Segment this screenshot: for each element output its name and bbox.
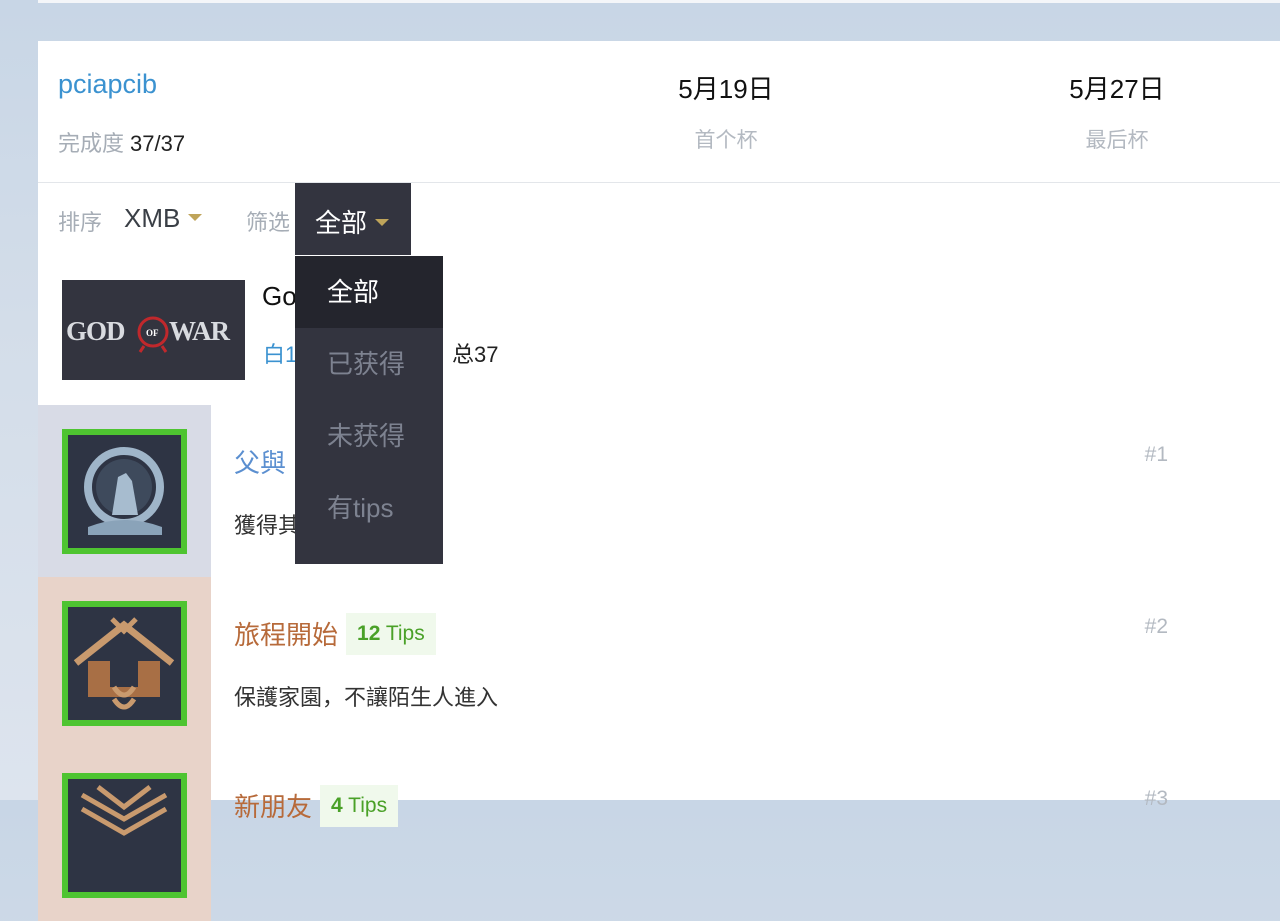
trophy-row[interactable]: 旅程開始 12 Tips 保護家園，不讓陌生人進入 #2 bbox=[38, 577, 1280, 749]
first-cup-stat: 5月19日 首个杯 bbox=[626, 69, 826, 154]
svg-text:GOD: GOD bbox=[66, 316, 125, 346]
trophy-index: #3 bbox=[1144, 787, 1168, 810]
filter-dropdown-menu: 全部 已获得 未获得 有tips bbox=[295, 256, 443, 564]
first-cup-label: 首个杯 bbox=[694, 129, 758, 152]
filter-label: 筛选 bbox=[246, 210, 291, 235]
sort-dropdown[interactable]: XMB bbox=[124, 203, 203, 234]
game-summary: GOD OF WAR Go 白1 总37 bbox=[38, 255, 1280, 405]
god-of-war-logo-icon: GOD OF WAR bbox=[62, 280, 245, 380]
game-title[interactable]: Go bbox=[262, 281, 297, 312]
trophy-row[interactable]: 父與 獲得其 #1 bbox=[38, 405, 1280, 577]
tips-count: 12 bbox=[357, 622, 381, 646]
trophy-name-text: 新朋友 bbox=[234, 792, 313, 822]
tips-badge[interactable]: 4 Tips bbox=[320, 785, 399, 828]
tips-badge[interactable]: 12 Tips bbox=[346, 613, 436, 656]
sort-label: 排序 bbox=[58, 210, 103, 235]
filter-option-has-tips[interactable]: 有tips bbox=[295, 472, 443, 544]
top-strip bbox=[38, 0, 1280, 3]
trophy-name[interactable]: 父與 bbox=[234, 443, 286, 480]
trophy-name-text: 旅程開始 bbox=[234, 620, 339, 650]
filter-dropdown-button[interactable]: 全部 bbox=[295, 183, 411, 255]
last-cup-stat: 5月27日 最后杯 bbox=[1017, 69, 1217, 154]
progress-stat: 完成度 37/37 bbox=[58, 126, 185, 158]
sort-value: XMB bbox=[124, 203, 181, 233]
filter-value: 全部 bbox=[315, 208, 368, 238]
trophy-name[interactable]: 旅程開始 12 Tips bbox=[234, 613, 436, 658]
game-trophy-summary: 白1 bbox=[263, 342, 298, 367]
tips-count: 4 bbox=[331, 794, 343, 818]
trophy-name-text: 父與 bbox=[234, 448, 287, 478]
trophy-index: #1 bbox=[1144, 443, 1168, 466]
filter-option-earned[interactable]: 已获得 bbox=[295, 328, 443, 400]
stats-header: pciapcib 完成度 37/37 5月19日 首个杯 5月27日 最后杯 bbox=[38, 41, 1280, 183]
filter-bar: 排序 XMB 筛选 全部 bbox=[38, 183, 1280, 255]
trophy-row[interactable]: 新朋友 4 Tips #3 bbox=[38, 749, 1280, 921]
filter-option-all[interactable]: 全部 bbox=[295, 256, 443, 328]
trophy-card: pciapcib 完成度 37/37 5月19日 首个杯 5月27日 最后杯 排序… bbox=[38, 41, 1280, 921]
trophy-icon-bronze-house bbox=[62, 601, 187, 726]
filter-option-unearned[interactable]: 未获得 bbox=[295, 400, 443, 472]
last-cup-date: 5月27日 bbox=[1069, 74, 1165, 104]
trophy-index: #2 bbox=[1144, 615, 1168, 638]
tips-label: Tips bbox=[385, 622, 425, 646]
trophy-icon-platinum bbox=[62, 429, 187, 554]
trophy-description: 保護家園，不讓陌生人進入 bbox=[234, 685, 499, 710]
game-cover-image[interactable]: GOD OF WAR bbox=[62, 280, 245, 380]
tips-label: Tips bbox=[348, 794, 388, 818]
trophy-name[interactable]: 新朋友 4 Tips bbox=[234, 785, 399, 830]
game-trophy-total: 总37 bbox=[452, 342, 499, 367]
username-link[interactable]: pciapcib bbox=[58, 69, 157, 100]
trophy-icon-bronze-knot bbox=[62, 773, 187, 898]
svg-text:WAR: WAR bbox=[169, 316, 231, 346]
last-cup-label: 最后杯 bbox=[1085, 129, 1149, 152]
trophy-description: 獲得其 bbox=[234, 513, 301, 538]
progress-label: 完成度 bbox=[58, 131, 125, 156]
caret-down-icon bbox=[375, 218, 390, 226]
first-cup-date: 5月19日 bbox=[678, 74, 774, 104]
caret-down-icon bbox=[188, 213, 203, 221]
svg-text:OF: OF bbox=[146, 328, 159, 338]
progress-value: 37/37 bbox=[130, 131, 186, 156]
